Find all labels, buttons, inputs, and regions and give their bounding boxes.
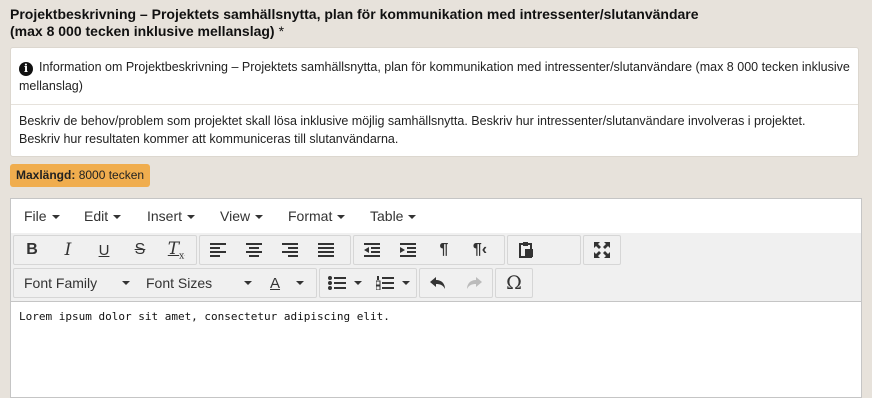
fullscreen-group — [583, 235, 621, 265]
strikethrough-icon: S — [134, 241, 146, 258]
align-right-icon — [282, 243, 298, 257]
underline-button[interactable]: U — [86, 236, 122, 264]
editor-content[interactable]: Lorem ipsum dolor sit amet, consectetur … — [11, 302, 861, 331]
info-panel: i Information om Projektbeskrivning – Pro… — [10, 47, 859, 157]
redo-icon — [467, 277, 482, 289]
font-size-select[interactable]: Font Sizes — [136, 269, 258, 297]
chevron-down-icon — [51, 215, 60, 219]
align-right-button[interactable] — [272, 236, 308, 264]
editor-toolbar: B I U S Tx ¶ ¶‹ Font Family Font Sizes A… — [11, 233, 861, 302]
chevron-down-icon — [113, 215, 122, 219]
bullet-list-button[interactable] — [320, 269, 368, 297]
chevron-down-icon — [354, 281, 362, 285]
chevron-down-icon — [408, 215, 417, 219]
rich-text-editor: File Edit Insert View Format Table B I U… — [10, 198, 862, 398]
chevron-down-icon — [402, 281, 410, 285]
strikethrough-button[interactable]: S — [122, 236, 158, 264]
field-title: Projektbeskrivning – Projektets samhälls… — [10, 6, 860, 40]
align-left-icon — [210, 243, 226, 257]
clear-formatting-button[interactable]: Tx — [158, 236, 194, 264]
align-center-button[interactable] — [236, 236, 272, 264]
text-color-icon: A — [270, 274, 281, 292]
clear-formatting-icon: Tx — [167, 238, 185, 262]
ltr-button[interactable]: ¶ — [426, 236, 462, 264]
chevron-down-icon — [122, 281, 130, 285]
underline-icon: U — [98, 241, 110, 259]
menu-view[interactable]: View — [220, 208, 264, 224]
indent-direction-group: ¶ ¶‹ — [353, 235, 505, 265]
font-family-select[interactable]: Font Family — [14, 269, 136, 297]
outdent-button[interactable] — [354, 236, 390, 264]
menu-table[interactable]: Table — [370, 208, 417, 224]
chevron-down-icon — [255, 215, 264, 219]
undo-button[interactable] — [420, 269, 456, 297]
maxlength-badge: Maxlängd: 8000 tecken — [10, 164, 151, 187]
info-description: Beskriv de behov/problem som projektet s… — [19, 114, 806, 146]
info-circle-icon: i — [19, 62, 33, 76]
italic-icon: I — [64, 240, 72, 260]
align-center-icon — [246, 243, 262, 257]
justify-button[interactable] — [308, 236, 344, 264]
field-title-line2: (max 8 000 tecken inklusive mellanslag) — [10, 23, 275, 39]
info-heading: Information om Projektbeskrivning – Proj… — [19, 60, 850, 93]
menu-insert[interactable]: Insert — [147, 208, 196, 224]
required-marker: * — [278, 23, 285, 39]
numbered-list-button[interactable] — [368, 269, 416, 297]
menu-edit[interactable]: Edit — [84, 208, 122, 224]
paste-group — [507, 235, 581, 265]
menu-file[interactable]: File — [24, 208, 60, 224]
omega-icon: Ω — [506, 272, 522, 294]
rtl-icon: ¶‹ — [472, 241, 488, 258]
field-title-line1: Projektbeskrivning – Projektets samhälls… — [10, 6, 699, 22]
fullscreen-icon — [594, 242, 610, 258]
chevron-down-icon — [296, 281, 304, 285]
paste-text-button[interactable] — [508, 236, 544, 264]
italic-button[interactable]: I — [50, 236, 86, 264]
maxlength-value: 8000 tecken — [78, 168, 145, 182]
editor-paragraph[interactable]: Lorem ipsum dolor sit amet, consectetur … — [19, 310, 853, 323]
ltr-icon: ¶ — [439, 241, 449, 258]
chevron-down-icon — [244, 281, 252, 285]
rtl-button[interactable]: ¶‹ — [462, 236, 498, 264]
font-group: Font Family Font Sizes A — [13, 268, 317, 298]
clipboard-icon — [519, 242, 533, 258]
indent-icon — [400, 243, 416, 257]
bold-button[interactable]: B — [14, 236, 50, 264]
special-character-button[interactable]: Ω — [496, 269, 532, 297]
numbered-list-icon — [376, 276, 394, 290]
justify-icon — [318, 243, 334, 257]
fullscreen-button[interactable] — [584, 236, 620, 264]
alignment-group — [199, 235, 351, 265]
special-char-group: Ω — [495, 268, 533, 298]
text-style-group: B I U S Tx — [13, 235, 197, 265]
menu-format[interactable]: Format — [288, 208, 346, 224]
chevron-down-icon — [187, 215, 196, 219]
text-color-button[interactable]: A — [260, 269, 310, 297]
history-group — [419, 268, 493, 298]
undo-icon — [430, 277, 445, 289]
redo-button[interactable] — [456, 269, 492, 297]
align-left-button[interactable] — [200, 236, 236, 264]
list-group — [319, 268, 417, 298]
bullet-list-icon — [328, 276, 346, 290]
outdent-icon — [364, 243, 380, 257]
indent-button[interactable] — [390, 236, 426, 264]
editor-menubar: File Edit Insert View Format Table — [11, 199, 861, 234]
maxlength-label: Maxlängd: — [16, 168, 76, 182]
info-header: i Information om Projektbeskrivning – Pro… — [11, 48, 858, 105]
chevron-down-icon — [337, 215, 346, 219]
bold-icon: B — [26, 241, 38, 258]
